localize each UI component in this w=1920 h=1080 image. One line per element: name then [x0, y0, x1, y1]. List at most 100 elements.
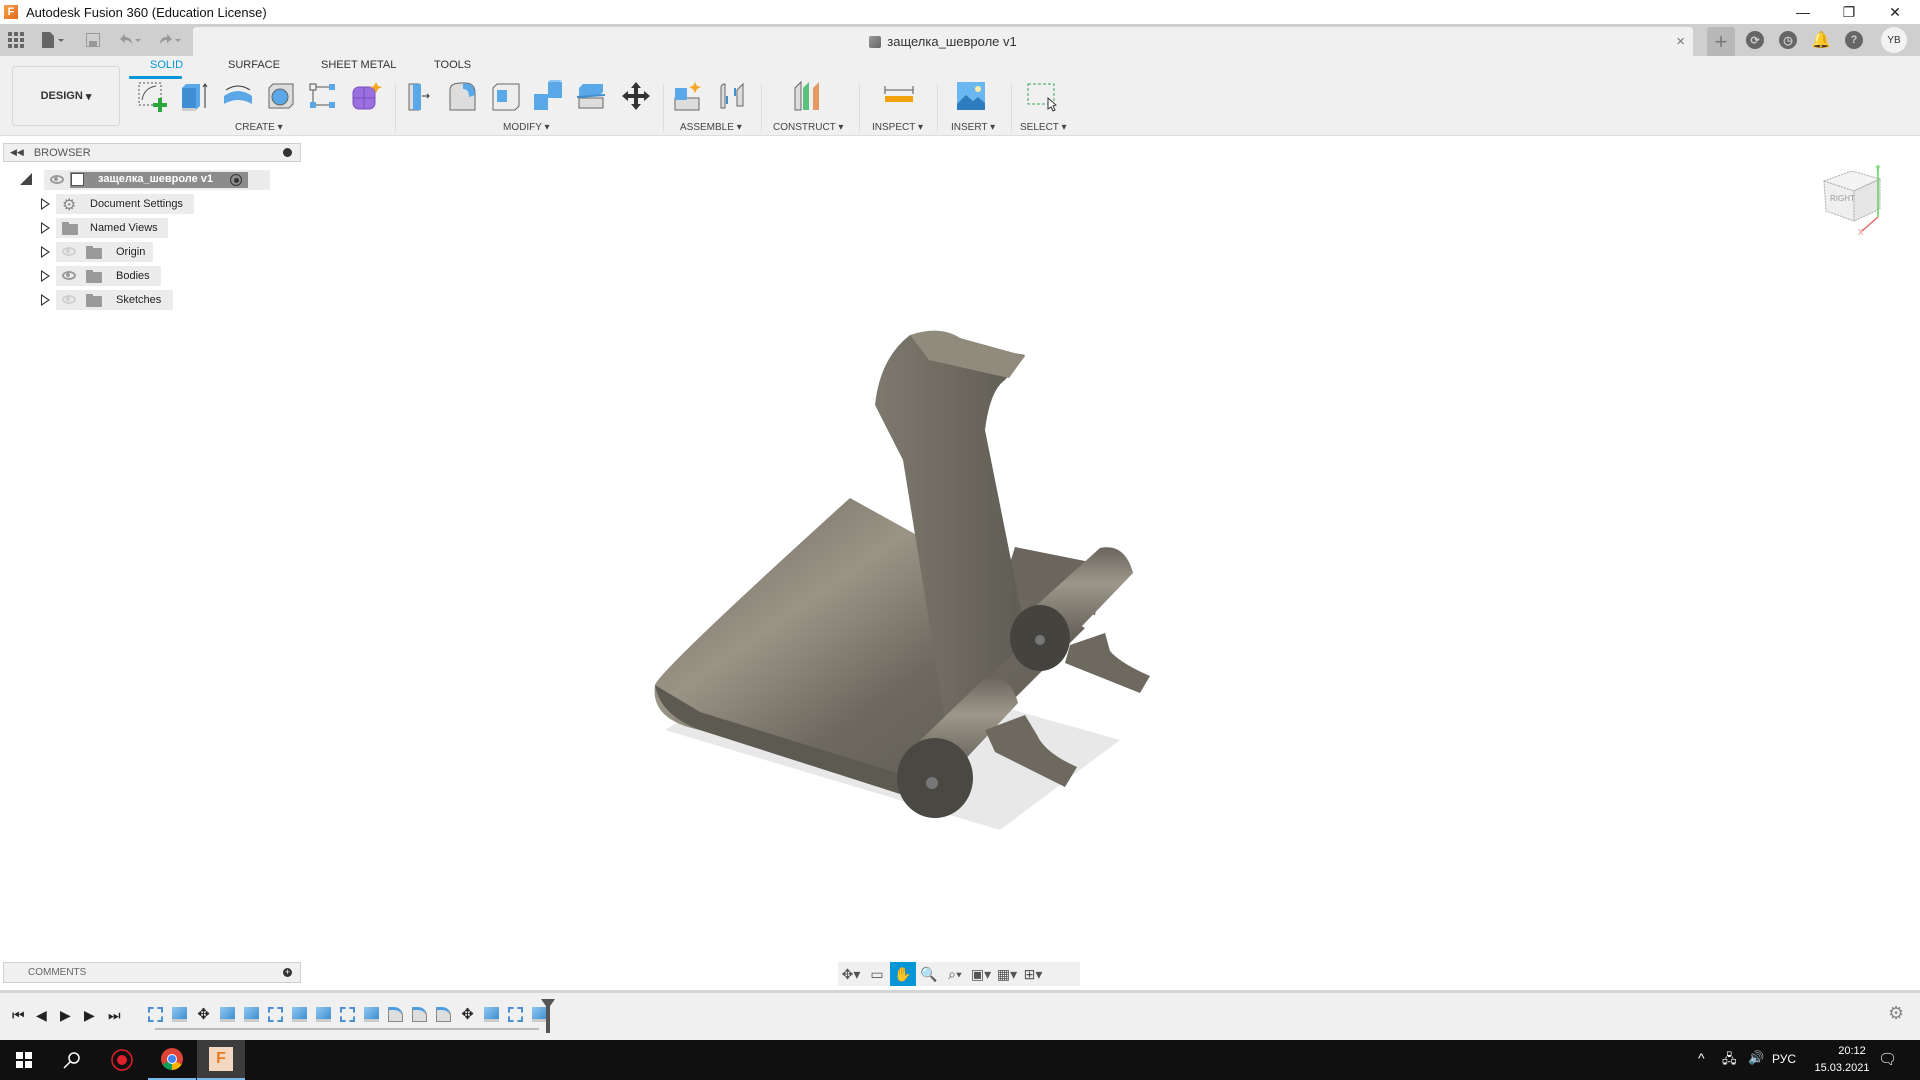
- timeline-feature-extrude[interactable]: [172, 1007, 187, 1022]
- start-button[interactable]: [0, 1040, 48, 1080]
- pan-icon[interactable]: ✋: [890, 962, 916, 986]
- create-form-icon[interactable]: [350, 80, 382, 112]
- insert-group-label[interactable]: INSERT ▾: [951, 122, 995, 133]
- timeline-feature-sketch[interactable]: [268, 1007, 283, 1022]
- hole-icon[interactable]: [265, 80, 297, 112]
- timeline-feature-sketch[interactable]: [508, 1007, 523, 1022]
- timeline-feature-fillet[interactable]: [388, 1007, 403, 1022]
- timeline-feature-sketch[interactable]: [340, 1007, 355, 1022]
- timeline-feature-fillet[interactable]: [436, 1007, 451, 1022]
- file-menu-button[interactable]: [42, 30, 66, 50]
- help-icon[interactable]: ?: [1845, 31, 1863, 49]
- press-pull-icon[interactable]: [405, 80, 437, 112]
- select-group-label[interactable]: SELECT ▾: [1020, 122, 1067, 133]
- tab-surface[interactable]: SURFACE: [228, 59, 280, 71]
- close-tab-icon[interactable]: ×: [1676, 33, 1685, 50]
- collapse-browser-icon[interactable]: ◀◀: [10, 147, 24, 158]
- timeline-feature-move[interactable]: ✥: [460, 1007, 475, 1022]
- data-panel-button[interactable]: [8, 30, 24, 50]
- move-copy-icon[interactable]: [620, 80, 652, 112]
- browser-item-origin[interactable]: Origin: [38, 242, 153, 262]
- step-forward-button[interactable]: ▶: [84, 1007, 95, 1024]
- close-window-button[interactable]: ✕: [1872, 0, 1918, 24]
- display-settings-icon[interactable]: ▣▾: [968, 962, 994, 986]
- timeline-feature-extrude[interactable]: [364, 1007, 379, 1022]
- viewcube[interactable]: RIGHT Y X: [1820, 165, 1890, 235]
- fillet-icon[interactable]: [447, 80, 479, 112]
- revolve-icon[interactable]: [222, 80, 254, 112]
- minimize-panel-icon[interactable]: [283, 148, 292, 157]
- workspace-switcher[interactable]: DESIGN ▾: [12, 66, 120, 126]
- shell-icon[interactable]: [490, 80, 522, 112]
- timeline-feature-sketch[interactable]: [148, 1007, 163, 1022]
- go-to-start-button[interactable]: ⏮: [12, 1007, 25, 1024]
- create-sketch-icon[interactable]: [136, 80, 168, 112]
- joint-icon[interactable]: [717, 80, 749, 112]
- volume-icon[interactable]: 🔊: [1748, 1050, 1764, 1066]
- expand-icon[interactable]: [41, 246, 50, 258]
- window-select-icon[interactable]: [1026, 80, 1058, 112]
- timeline-settings-gear-icon[interactable]: ⚙: [1888, 1003, 1904, 1024]
- extensions-icon[interactable]: ⟳: [1746, 31, 1764, 49]
- expand-icon[interactable]: [41, 222, 50, 234]
- browser-item-document-settings[interactable]: ⚙ Document Settings: [38, 194, 194, 214]
- timeline-marker[interactable]: [541, 999, 555, 1033]
- timeline-feature-extrude[interactable]: [532, 1007, 547, 1022]
- tab-sheet-metal[interactable]: SHEET METAL: [321, 59, 396, 71]
- input-language[interactable]: РУС: [1772, 1052, 1796, 1066]
- model-viewport-body[interactable]: [640, 320, 1200, 840]
- clock-date[interactable]: 15.03.2021: [1807, 1062, 1877, 1074]
- extrude-icon[interactable]: [178, 80, 210, 112]
- grid-snaps-icon[interactable]: ▦▾: [994, 962, 1020, 986]
- play-button[interactable]: ▶: [60, 1007, 71, 1024]
- zoom-icon[interactable]: 🔍: [916, 962, 942, 986]
- expand-icon[interactable]: [41, 270, 50, 282]
- look-at-icon[interactable]: ▭: [864, 962, 890, 986]
- notifications-bell-icon[interactable]: 🔔: [1811, 31, 1831, 49]
- tab-solid[interactable]: SOLID: [150, 59, 183, 71]
- undo-button[interactable]: [118, 30, 142, 50]
- timeline-feature-extrude[interactable]: [220, 1007, 235, 1022]
- timeline-feature-extrude[interactable]: [292, 1007, 307, 1022]
- inspect-group-label[interactable]: INSPECT ▾: [872, 122, 923, 133]
- visibility-eye-icon[interactable]: [62, 271, 76, 280]
- browser-item-sketches[interactable]: Sketches: [38, 290, 173, 310]
- new-tab-button[interactable]: +: [1707, 27, 1735, 56]
- save-button[interactable]: [86, 30, 100, 50]
- browser-item-named-views[interactable]: Named Views: [38, 218, 168, 238]
- collapse-triangle-icon[interactable]: [20, 173, 32, 185]
- timeline-feature-move[interactable]: ✥: [196, 1007, 211, 1022]
- restore-button[interactable]: ❐: [1826, 0, 1872, 24]
- timeline-feature-fillet[interactable]: [412, 1007, 427, 1022]
- viewports-icon[interactable]: ⊞▾: [1020, 962, 1046, 986]
- hidden-eye-icon[interactable]: [62, 295, 76, 304]
- network-icon[interactable]: 🖧: [1722, 1050, 1737, 1072]
- search-button[interactable]: [48, 1040, 96, 1080]
- hidden-eye-icon[interactable]: [62, 247, 76, 256]
- expand-icon[interactable]: [41, 198, 50, 210]
- add-comment-icon[interactable]: +: [283, 968, 292, 977]
- timeline-feature-extrude[interactable]: [484, 1007, 499, 1022]
- insert-image-icon[interactable]: [955, 80, 987, 112]
- orbit-icon[interactable]: ✥▾: [838, 962, 864, 986]
- activate-radio-icon[interactable]: [230, 174, 242, 186]
- modify-group-label[interactable]: MODIFY ▾: [503, 122, 550, 133]
- redo-button[interactable]: [158, 30, 182, 50]
- create-group-label[interactable]: CREATE ▾: [235, 122, 283, 133]
- expand-icon[interactable]: [41, 294, 50, 306]
- offset-face-icon[interactable]: [575, 80, 607, 112]
- offset-plane-icon[interactable]: [793, 80, 825, 112]
- browser-item-bodies[interactable]: Bodies: [38, 266, 161, 286]
- user-avatar[interactable]: YB: [1881, 27, 1907, 53]
- new-component-icon[interactable]: [673, 80, 705, 112]
- step-back-button[interactable]: ◀: [36, 1007, 47, 1024]
- taskbar-app-gaming[interactable]: [98, 1040, 146, 1080]
- clock-time[interactable]: 20:12: [1817, 1045, 1887, 1057]
- action-center-icon[interactable]: 🗨: [1878, 1050, 1897, 1068]
- timeline-feature-extrude[interactable]: [316, 1007, 331, 1022]
- combine-icon[interactable]: [532, 80, 564, 112]
- document-tab[interactable]: защелка_шевроле v1 ×: [193, 27, 1693, 56]
- taskbar-app-fusion360[interactable]: F: [197, 1040, 245, 1080]
- go-to-end-button[interactable]: ⏭: [108, 1007, 121, 1024]
- assemble-group-label[interactable]: ASSEMBLE ▾: [680, 122, 742, 133]
